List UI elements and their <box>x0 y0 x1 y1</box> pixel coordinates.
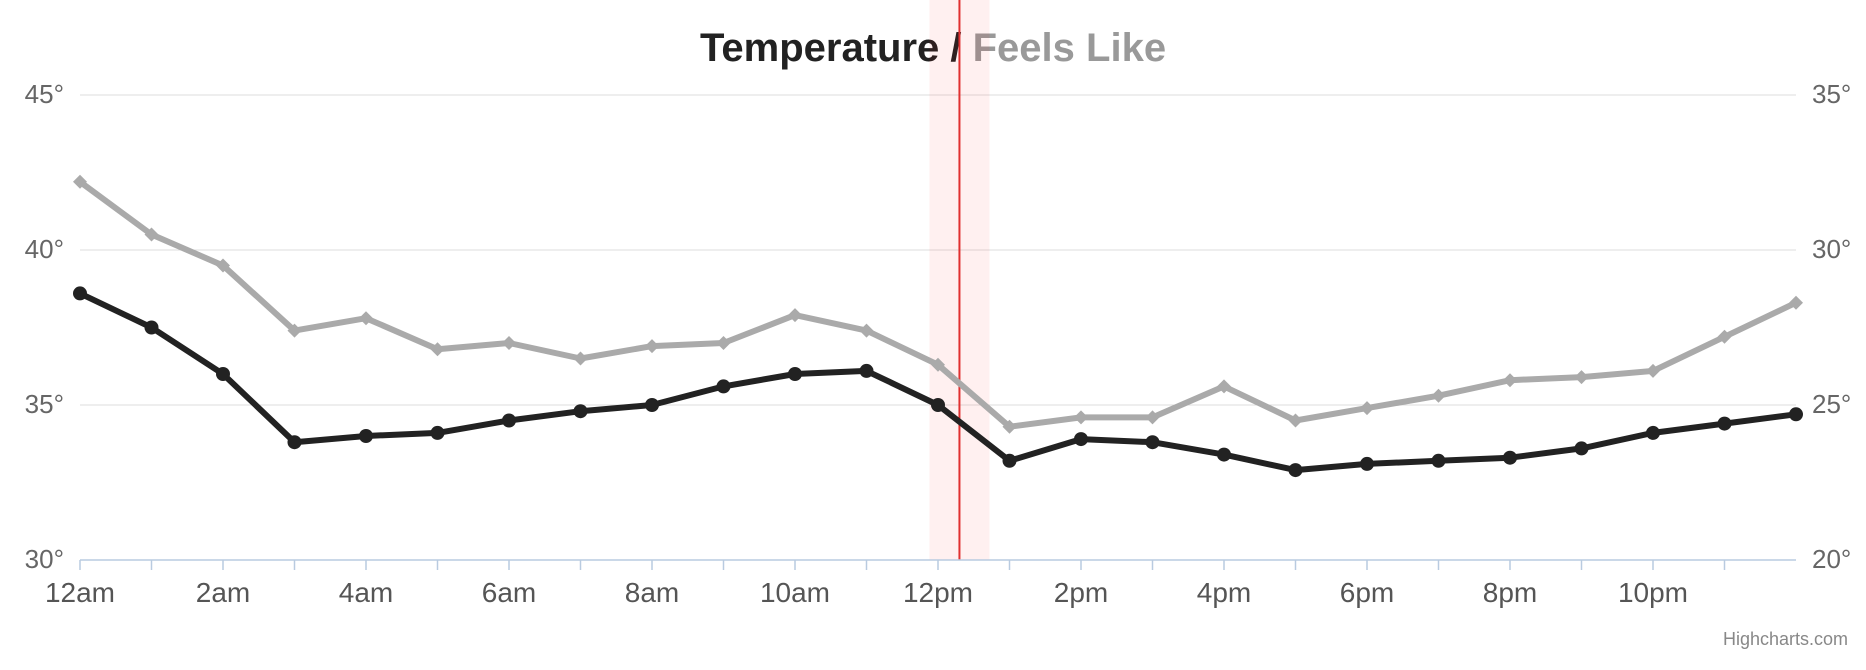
svg-text:2pm: 2pm <box>1054 577 1108 608</box>
chart-plot: 12am 2am 4am 6am 8am 10am 12pm 2pm 4pm 6pm 8pm 10pm… <box>0 0 1866 670</box>
chart-container: Temperature / Feels Like 12am2am4am6am8a… <box>0 0 1866 670</box>
svg-text:35°: 35° <box>1812 79 1851 109</box>
svg-text:6pm: 6pm <box>1340 577 1394 608</box>
svg-text:12am: 12am <box>45 577 115 608</box>
svg-text:30°: 30° <box>1812 234 1851 264</box>
svg-text:8pm: 8pm <box>1483 577 1537 608</box>
svg-text:12pm: 12pm <box>903 577 973 608</box>
svg-text:40°: 40° <box>25 234 64 264</box>
svg-text:25°: 25° <box>1812 389 1851 419</box>
svg-text:10am: 10am <box>760 577 830 608</box>
svg-text:10pm: 10pm <box>1618 577 1688 608</box>
svg-text:35°: 35° <box>25 389 64 419</box>
svg-text:4am: 4am <box>339 577 393 608</box>
svg-text:6am: 6am <box>482 577 536 608</box>
svg-text:30°: 30° <box>25 544 64 574</box>
svg-text:45°: 45° <box>25 79 64 109</box>
svg-text:8am: 8am <box>625 577 679 608</box>
credits-link[interactable]: Highcharts.com <box>1723 629 1848 650</box>
svg-text:4pm: 4pm <box>1197 577 1251 608</box>
svg-text:20°: 20° <box>1812 544 1851 574</box>
svg-text:2am: 2am <box>196 577 250 608</box>
